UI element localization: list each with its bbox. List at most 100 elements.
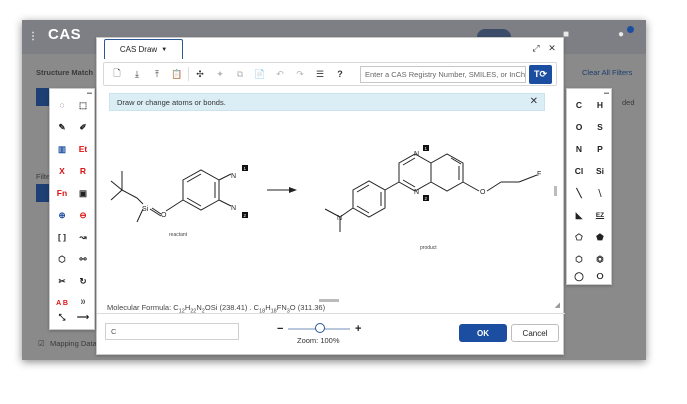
pencil-icon[interactable]: ✎ bbox=[53, 118, 71, 136]
cas-search-input[interactable] bbox=[360, 66, 526, 83]
function-group-button[interactable]: Fn bbox=[53, 184, 71, 202]
cancel-button[interactable]: Cancel bbox=[511, 324, 559, 342]
lasso-icon[interactable]: ◌ bbox=[53, 96, 71, 114]
expand-icon[interactable]: ⤢ bbox=[530, 42, 542, 54]
formula-text: FN bbox=[276, 303, 287, 312]
cyclopentane-icon[interactable]: ⬟ bbox=[591, 228, 609, 246]
zoom-slider-thumb[interactable] bbox=[315, 323, 325, 333]
n-atom-product-2: N bbox=[414, 189, 419, 196]
x-group-button[interactable]: X bbox=[53, 162, 71, 180]
copy-icon: ⧉ bbox=[236, 68, 244, 79]
n-atom-amine: N bbox=[337, 215, 342, 222]
menu-icon[interactable]: ⋮ bbox=[28, 31, 38, 42]
reactant-label: reactant bbox=[169, 232, 188, 238]
search-submit-button[interactable]: T⟳ bbox=[529, 65, 552, 84]
wedge-bond-icon[interactable]: ◣ bbox=[570, 206, 588, 224]
cas-draw-tab-label: CAS Draw bbox=[119, 45, 158, 54]
formula-text: O (311.36) bbox=[289, 303, 326, 312]
rotate-icon[interactable]: ↻ bbox=[74, 272, 92, 290]
atom-p-button[interactable]: P bbox=[591, 140, 609, 158]
curve-arrow-icon[interactable]: ↝ bbox=[74, 228, 92, 246]
atom-h-button[interactable]: H bbox=[591, 96, 609, 114]
paste-icon: 📄 bbox=[254, 68, 266, 79]
formula-text: OSi (238.41) . bbox=[204, 303, 254, 312]
benzene-ring-icon[interactable]: ⏣ bbox=[591, 250, 609, 268]
divider bbox=[188, 67, 189, 81]
info-close-icon[interactable]: ✕ bbox=[530, 96, 538, 107]
ez-stereo-button[interactable]: EZ bbox=[591, 206, 609, 224]
r-group-button[interactable]: R bbox=[74, 162, 92, 180]
atom-o-button[interactable]: O bbox=[570, 118, 588, 136]
help-icon[interactable]: ? bbox=[333, 67, 347, 81]
bg-dropdown: ded bbox=[622, 98, 635, 107]
ok-button[interactable]: OK bbox=[459, 324, 507, 342]
heptagon-ring-icon[interactable]: ⭘ bbox=[591, 267, 609, 285]
double-bond-icon[interactable]: ⧹ bbox=[591, 184, 609, 202]
wand-icon: ✦ bbox=[216, 68, 224, 79]
atom-si-button[interactable]: Si bbox=[591, 162, 609, 180]
formula-prefix: Molecular Formula: bbox=[107, 303, 174, 312]
reaction-arrow-icon[interactable]: ⟶ bbox=[74, 308, 92, 326]
minus-charge-icon[interactable]: ⊖ bbox=[74, 206, 92, 224]
double-arrow-icon[interactable]: ⤡ bbox=[53, 308, 71, 326]
divider bbox=[97, 313, 565, 314]
settings-icon[interactable]: ☰ bbox=[313, 67, 327, 81]
pentagon-ring-icon[interactable]: ⬠ bbox=[570, 228, 588, 246]
ethyl-button[interactable]: Et bbox=[74, 140, 92, 158]
bg-clear-filters: Clear All Filters bbox=[582, 68, 633, 77]
n-atom-product-1: N bbox=[414, 151, 419, 158]
export-icon[interactable]: ⤒ bbox=[150, 67, 164, 81]
undo-icon: ↶ bbox=[276, 68, 284, 79]
bracket-icon[interactable]: [ ] bbox=[53, 228, 71, 246]
si-atom: Si bbox=[142, 206, 149, 213]
bg-mapping-data: Mapping Data bbox=[50, 339, 97, 348]
resize-handle-icon[interactable]: ◢ bbox=[555, 301, 560, 309]
caret-down-icon: ▼ bbox=[161, 46, 168, 53]
drawing-canvas[interactable]: Si O N N N N N O F 1 2 1 2 reactant prod… bbox=[107, 118, 555, 299]
atom-text-input[interactable]: C bbox=[105, 323, 239, 340]
notification-dot bbox=[627, 26, 634, 33]
hexagon-ring-icon[interactable]: ⬡ bbox=[570, 250, 588, 268]
n-atom-reactant-1: N bbox=[231, 173, 236, 180]
eraser-icon[interactable]: ✐ bbox=[74, 118, 92, 136]
info-banner: Draw or change atoms or bonds. ✕ bbox=[109, 93, 545, 111]
plus-charge-icon[interactable]: ⊕ bbox=[53, 206, 71, 224]
info-message: Draw or change atoms or bonds. bbox=[117, 97, 226, 107]
marquee-select-icon[interactable]: ⬚ bbox=[74, 96, 92, 114]
atom-cl-button[interactable]: Cl bbox=[570, 162, 588, 180]
zoom-label: Zoom: 100% bbox=[297, 336, 340, 345]
right-atom-palette: ▬ C H O S N P Cl Si ╲ ⧹ ◣ EZ ⬠ ⬟ ⬡ ⏣ ◯ ⭘ bbox=[566, 88, 612, 285]
cas-draw-tab[interactable]: CAS Draw ▼ bbox=[104, 39, 183, 59]
o-atom-product: O bbox=[480, 189, 486, 196]
vertical-scrollbar[interactable] bbox=[554, 186, 557, 196]
bg-structure-match: Structure Match bbox=[36, 68, 94, 77]
zoom-in-icon[interactable]: + bbox=[355, 323, 361, 335]
image-icon[interactable]: ▣ bbox=[74, 184, 92, 202]
new-document-icon[interactable]: 🗋 bbox=[110, 67, 124, 81]
atom-n-button[interactable]: N bbox=[570, 140, 588, 158]
cas-draw-dialog: CAS Draw ▼ ⤢ ✕ 🗋 ⤓ ⤒ 📋 ✣ ✦ ⧉ 📄 ↶ ↷ ☰ ? T… bbox=[96, 37, 565, 355]
horizontal-scrollbar[interactable] bbox=[319, 299, 339, 302]
import-icon[interactable]: ⤓ bbox=[130, 67, 144, 81]
n-atom-reactant-2: N bbox=[231, 205, 236, 212]
scissors-icon[interactable]: ✂ bbox=[53, 272, 71, 290]
f-atom: F bbox=[537, 171, 541, 178]
chain-link-icon[interactable]: ⚯ bbox=[74, 250, 92, 268]
clean-structure-icon[interactable]: ✣ bbox=[193, 67, 207, 81]
close-icon[interactable]: ✕ bbox=[546, 42, 558, 54]
zoom-out-icon[interactable]: − bbox=[277, 323, 283, 335]
chain-icon[interactable]: ▥ bbox=[53, 140, 71, 158]
circle-ring-icon[interactable]: ◯ bbox=[570, 267, 588, 285]
product-label: product bbox=[420, 245, 437, 251]
cas-logo: CAS bbox=[48, 26, 82, 43]
draw-toolbar: 🗋 ⤓ ⤒ 📋 ✣ ✦ ⧉ 📄 ↶ ↷ ☰ ? T⟳ bbox=[103, 62, 557, 86]
search-icon: T⟳ bbox=[533, 69, 548, 79]
bg-checkbox: ☑ bbox=[38, 339, 45, 348]
atom-s-button[interactable]: S bbox=[591, 118, 609, 136]
single-bond-icon[interactable]: ╲ bbox=[570, 184, 588, 202]
ring-attach-icon[interactable]: ⬡ bbox=[53, 250, 71, 268]
atom-c-button[interactable]: C bbox=[570, 96, 588, 114]
o-atom-reactant: O bbox=[161, 212, 167, 219]
clipboard-icon[interactable]: 📋 bbox=[170, 67, 184, 81]
left-tool-palette: ▬ ◌ ⬚ ✎ ✐ ▥ Et X R Fn ▣ ⊕ ⊖ [ ] ↝ ⬡ ⚯ ✂ … bbox=[49, 88, 95, 330]
